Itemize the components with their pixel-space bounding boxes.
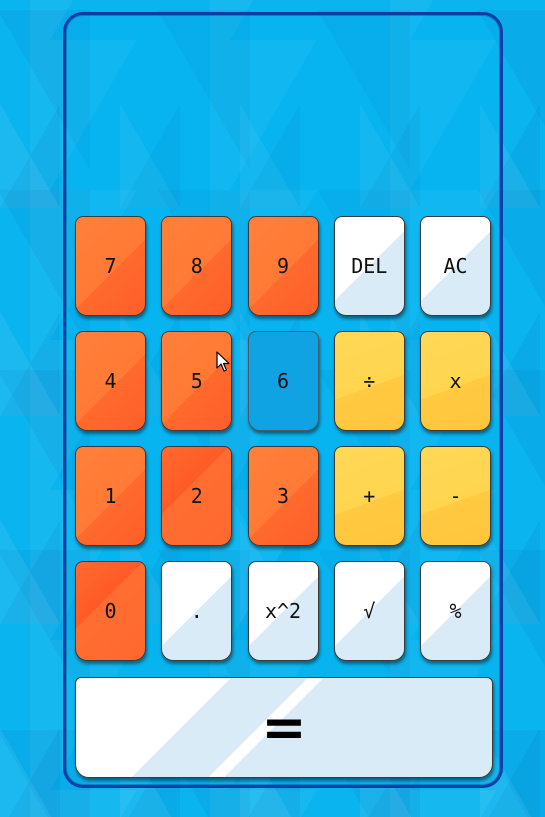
keypad: 7 8 9 DEL AC 4 5 6 ÷ x 1 2 3 + - 0. x^2 √% xyxy=(75,216,491,661)
square-root-button[interactable]: √ xyxy=(333,561,405,661)
key-label: AC xyxy=(443,254,468,278)
digit-4-button[interactable]: 4 xyxy=(75,331,146,431)
key-label: ÷ xyxy=(363,369,376,393)
key-label: 4 xyxy=(104,369,117,393)
key-label: x xyxy=(449,369,462,393)
digit-2-button[interactable]: 2 xyxy=(161,446,233,546)
key-label: x^2 xyxy=(264,599,302,623)
multiply-button[interactable]: x xyxy=(420,331,491,431)
key-label: 5 xyxy=(190,369,203,393)
key-label: + xyxy=(363,484,376,508)
key-label: 6 xyxy=(276,369,290,393)
digit-7-button[interactable]: 7 xyxy=(75,216,146,316)
digit-3-button[interactable]: 3 xyxy=(247,446,319,546)
square-button[interactable]: x^2 xyxy=(247,561,319,661)
add-button[interactable]: + xyxy=(333,446,405,546)
digit-6-button[interactable]: 6 xyxy=(247,331,319,431)
digit-8-button[interactable]: 8 xyxy=(161,216,233,316)
key-label: - xyxy=(449,484,462,508)
digit-9-button[interactable]: 9 xyxy=(247,216,319,316)
digit-1-button[interactable]: 1 xyxy=(75,446,146,546)
decimal-button[interactable]: . xyxy=(161,561,233,661)
all-clear-button[interactable]: AC xyxy=(420,216,491,316)
divide-button[interactable]: ÷ xyxy=(333,331,405,431)
delete-button[interactable]: DEL xyxy=(333,216,405,316)
percent-button[interactable]: % xyxy=(420,561,491,661)
subtract-button[interactable]: - xyxy=(420,446,491,546)
key-label: √ xyxy=(363,599,376,623)
equals-button[interactable]: = xyxy=(75,677,493,778)
key-label: . xyxy=(190,599,203,623)
key-label: 0 xyxy=(104,599,117,623)
key-label: 8 xyxy=(190,254,203,278)
digit-5-button[interactable]: 5 xyxy=(161,331,233,431)
calculator-display xyxy=(75,30,491,200)
key-label: 7 xyxy=(104,254,117,278)
key-label: 3 xyxy=(276,484,290,508)
key-label: DEL xyxy=(351,254,388,278)
key-label: % xyxy=(449,599,462,623)
key-label: 9 xyxy=(276,254,290,278)
key-label: 1 xyxy=(104,484,117,508)
digit-0-button[interactable]: 0 xyxy=(75,561,146,661)
key-label: 2 xyxy=(190,484,203,508)
